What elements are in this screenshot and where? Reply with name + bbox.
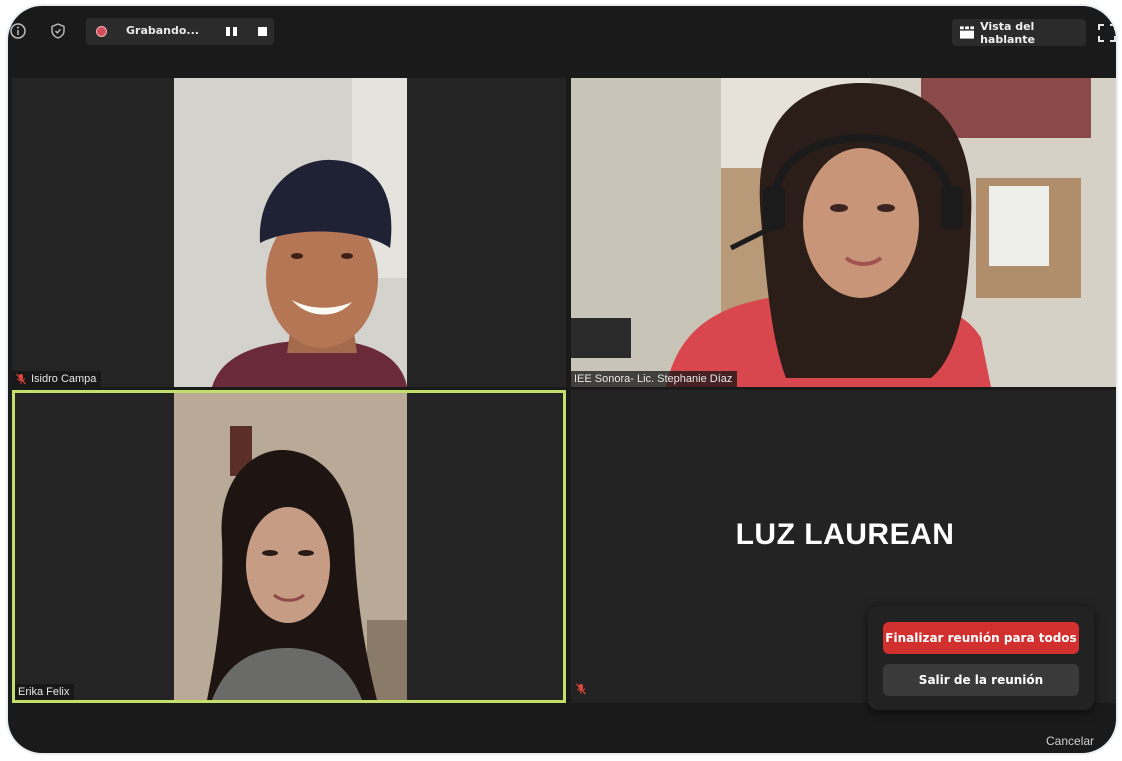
participant-name-label: Isidro Campa: [12, 371, 102, 387]
recording-dot-icon: [96, 26, 107, 37]
participant-video: [571, 78, 1116, 387]
participant-name-label: Erika Felix: [15, 684, 75, 700]
stop-recording-icon[interactable]: [258, 27, 267, 36]
muted-mic-icon: [575, 680, 587, 699]
participant-tile-erika-felix[interactable]: Erika Felix: [12, 390, 566, 703]
speaker-view-button[interactable]: Vista del hablante: [952, 19, 1086, 46]
recording-label: Grabando...: [126, 24, 199, 37]
participant-name: Isidro Campa: [31, 373, 97, 385]
end-meeting-for-all-button[interactable]: Finalizar reunión para todos: [883, 622, 1079, 654]
grid-view-icon: [960, 26, 975, 39]
participant-name: Erika Felix: [18, 686, 70, 698]
fullscreen-icon[interactable]: [1096, 22, 1116, 44]
participant-video: [15, 393, 563, 700]
zoom-meeting-window: Grabando... Vista del hablante Isidro Ca…: [8, 6, 1116, 753]
recording-indicator: Grabando...: [86, 18, 274, 45]
cancel-button[interactable]: Cancelar: [1046, 734, 1094, 748]
security-shield-icon[interactable]: [48, 21, 68, 41]
participant-name: IEE Sonora- Lic. Stephanie Díaz: [574, 373, 733, 385]
top-toolbar: Grabando... Vista del hablante: [8, 6, 1116, 58]
speaker-view-label: Vista del hablante: [980, 19, 1035, 46]
leave-meeting-button[interactable]: Salir de la reunión: [883, 664, 1079, 696]
participant-tile-isidro-campa[interactable]: Isidro Campa: [12, 78, 566, 387]
participant-tile-iee-sonora[interactable]: IEE Sonora- Lic. Stephanie Díaz: [571, 78, 1116, 387]
participant-name-label: IEE Sonora- Lic. Stephanie Díaz: [571, 371, 738, 387]
end-meeting-panel: Finalizar reunión para todos Salir de la…: [868, 606, 1094, 710]
participant-video: [12, 78, 566, 387]
participant-display-name: LUZ LAUREAN: [735, 518, 955, 551]
info-icon[interactable]: [8, 21, 28, 41]
pause-recording-icon[interactable]: [226, 27, 237, 36]
muted-mic-icon: [16, 373, 26, 385]
